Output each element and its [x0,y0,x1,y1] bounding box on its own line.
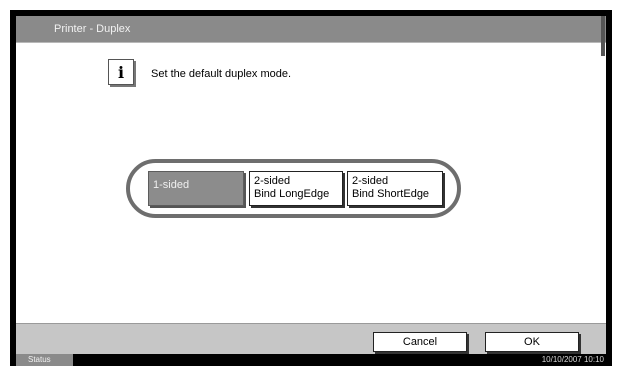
cancel-button[interactable]: Cancel [373,332,467,352]
option-1-sided[interactable]: 1-sided [148,171,244,206]
option-2-sided-long-edge[interactable]: 2-sided Bind LongEdge [249,171,343,206]
option-short-edge-line2: Bind ShortEdge [352,188,430,200]
option-2-sided-short-edge[interactable]: 2-sided Bind ShortEdge [347,171,443,206]
option-1-sided-line1: 1-sided [153,179,190,191]
scroll-indicator [601,16,605,56]
status-button[interactable]: Status [16,354,73,366]
status-strip: Status 10/10/2007 10:10 [10,354,612,366]
window-title: Printer - Duplex [54,23,131,35]
ok-button[interactable]: OK [485,332,579,352]
device-panel-frame: Printer - Duplex i Set the default duple… [10,10,612,366]
touch-screen: Printer - Duplex i Set the default duple… [16,16,606,354]
instruction-message: Set the default duplex mode. [151,68,292,80]
title-bar: Printer - Duplex [16,16,606,43]
info-icon: i [108,59,134,85]
option-long-edge-line2: Bind LongEdge [254,188,330,200]
option-long-edge-line1: 2-sided [254,175,291,187]
date-time: 10/10/2007 10:10 [541,355,604,364]
footer-bar: Cancel OK [16,323,606,354]
option-short-edge-line1: 2-sided [352,175,389,187]
